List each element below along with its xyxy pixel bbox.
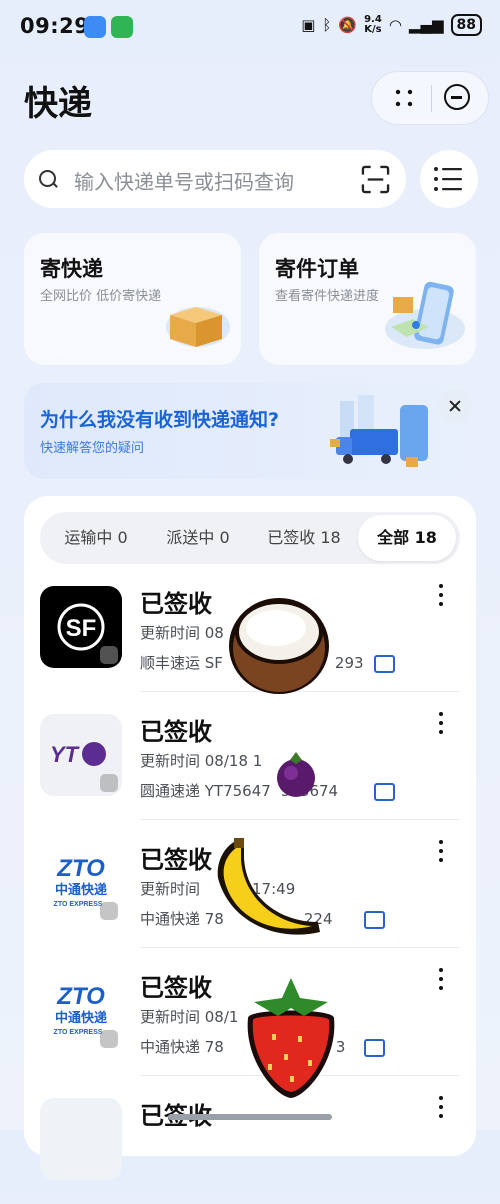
- banner-title: 为什么我没有收到快递通知?: [40, 409, 280, 431]
- delivery-truck-illustration: [330, 395, 428, 467]
- update-time: 更新时间 08/1: [140, 1008, 239, 1026]
- shipment-status: 已签收: [140, 846, 212, 874]
- tab-all[interactable]: 全部 18: [358, 515, 456, 561]
- update-time: 更新时间 08: [140, 624, 224, 642]
- zto-express-logo: ZTO 中通快递 ZTO EXPRESS: [40, 970, 122, 1052]
- more-dots-icon[interactable]: [394, 88, 414, 108]
- clock: 09:29: [20, 14, 90, 38]
- more-options-icon[interactable]: [438, 1096, 444, 1122]
- search-bar[interactable]: 输入快递单号或扫码查询: [24, 150, 406, 208]
- list-icon: [434, 167, 462, 191]
- bluetooth-icon: ᛒ: [322, 16, 332, 34]
- copy-icon[interactable]: [374, 655, 395, 673]
- banner-close-button[interactable]: [438, 389, 472, 423]
- more-options-icon[interactable]: [438, 968, 444, 994]
- send-express-card[interactable]: 寄快递 全网比价 低价寄快递: [24, 233, 241, 365]
- external-link-icon: [100, 902, 118, 920]
- parcel-box-illustration: [166, 307, 230, 347]
- more-options-icon[interactable]: [438, 840, 444, 866]
- card-title: 寄件订单: [275, 257, 359, 281]
- scan-icon[interactable]: [361, 165, 390, 194]
- svg-text:ZTO EXPRESS: ZTO EXPRESS: [54, 901, 103, 908]
- home-indicator[interactable]: [168, 1114, 332, 1120]
- send-orders-card[interactable]: 寄件订单 查看寄件快递进度: [259, 233, 476, 365]
- status-bar: 09:29 ▣ ᛒ 🔕 9.4 K/s ◠ ▂▄▆ 88: [0, 0, 500, 56]
- update-time: 更新时间 08/18 1: [140, 752, 263, 770]
- svg-text:ZTO: ZTO: [56, 983, 105, 1010]
- tab-delivering[interactable]: 派送中 0: [150, 512, 246, 564]
- svg-text:ZTO EXPRESS: ZTO EXPRESS: [54, 1029, 103, 1036]
- nfc-icon: ▣: [301, 16, 316, 34]
- tab-in-transit[interactable]: 运输中 0: [48, 512, 144, 564]
- card-subtitle: 查看寄件快递进度: [275, 289, 380, 304]
- notification-app-icon: [111, 16, 133, 38]
- svg-text:中通快递: 中通快递: [55, 882, 107, 898]
- mute-icon: 🔕: [338, 16, 358, 34]
- phone-map-illustration: [385, 281, 465, 349]
- yto-express-logo: YT: [40, 714, 122, 796]
- banana-sticker-icon: [217, 838, 320, 935]
- notification-help-banner[interactable]: 为什么我没有收到快递通知? 快速解答您的疑问: [24, 383, 476, 479]
- tab-signed[interactable]: 已签收 18: [252, 512, 356, 564]
- sf-express-logo: SF: [40, 586, 122, 668]
- battery-icon: 88: [450, 14, 482, 36]
- search-input[interactable]: 输入快递单号或扫码查询: [74, 166, 294, 195]
- coconut-sticker-icon: [229, 598, 329, 694]
- card-subtitle: 全网比价 低价寄快递: [40, 289, 162, 304]
- notification-app-icon: [84, 16, 106, 38]
- svg-text:YT: YT: [50, 742, 80, 767]
- signal-icon: ▂▄▆: [408, 16, 444, 34]
- external-link-icon: [100, 646, 118, 664]
- list-menu-button[interactable]: [420, 150, 478, 208]
- copy-icon[interactable]: [364, 911, 385, 929]
- copy-icon[interactable]: [364, 1039, 385, 1057]
- external-link-icon: [100, 774, 118, 792]
- more-options-icon[interactable]: [438, 712, 444, 738]
- more-options-icon[interactable]: [438, 584, 444, 610]
- courier-logo: [40, 1098, 122, 1180]
- network-speed: 9.4 K/s: [364, 14, 382, 35]
- svg-text:中通快递: 中通快递: [55, 1010, 107, 1026]
- external-link-icon: [100, 1030, 118, 1048]
- banner-subtitle: 快速解答您的疑问: [40, 441, 145, 456]
- zto-express-logo: ZTO 中通快递 ZTO EXPRESS: [40, 842, 122, 924]
- svg-text:ZTO: ZTO: [56, 855, 105, 882]
- shipment-status: 已签收: [140, 718, 212, 746]
- svg-text:SF: SF: [66, 615, 97, 642]
- card-title: 寄快递: [40, 257, 103, 281]
- shipment-status: 已签收: [140, 590, 212, 618]
- close-circle-icon[interactable]: [444, 84, 470, 110]
- mangosteen-sticker-icon: [277, 752, 315, 797]
- strawberry-sticker-icon: [247, 978, 335, 1098]
- status-icons: ▣ ᛒ 🔕 9.4 K/s ◠ ▂▄▆ 88: [301, 14, 482, 36]
- shipment-row[interactable]: YT 已签收 更新时间 08/18 1 圆通速递 YT75647543674: [24, 692, 476, 820]
- mini-program-capsule: [371, 71, 489, 125]
- search-icon: [39, 170, 56, 187]
- copy-icon[interactable]: [374, 783, 395, 801]
- page-title: 快递: [24, 84, 92, 124]
- status-tabs: 运输中 0 派送中 0 已签收 18 全部 18: [40, 512, 460, 564]
- wifi-icon: ◠: [388, 16, 402, 34]
- shipment-status: 已签收: [140, 974, 212, 1002]
- divider: [431, 85, 432, 112]
